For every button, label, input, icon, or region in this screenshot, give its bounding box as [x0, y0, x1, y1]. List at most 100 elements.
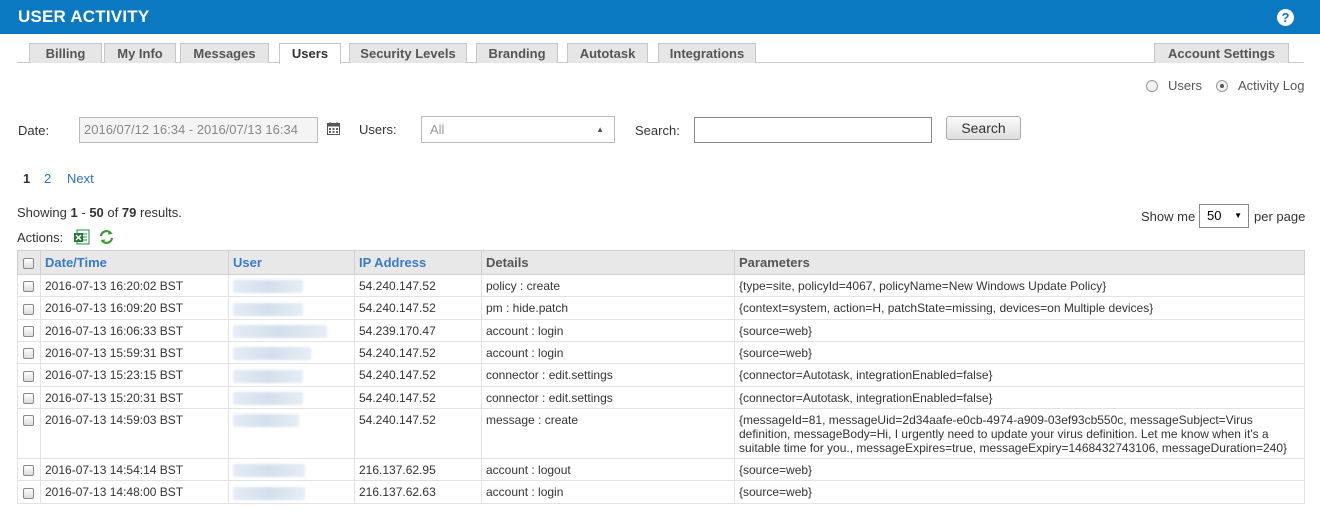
- row-checkbox[interactable]: [23, 392, 34, 404]
- page-size-select[interactable]: 50 ▼: [1199, 204, 1249, 228]
- tab-billing[interactable]: Billing: [29, 43, 102, 63]
- cell-datetime: 2016-07-13 15:59:31 BST: [40, 340, 229, 365]
- activity-table: Date/Time User IP Address Details Parame…: [17, 250, 1305, 504]
- results-prefix: Showing: [17, 205, 67, 220]
- cell-user: [228, 385, 355, 409]
- cell-ip: 216.137.62.95: [354, 457, 482, 482]
- row-checkbox[interactable]: [23, 415, 34, 427]
- table-row: 2016-07-13 14:48:00 BST 216.137.62.63 ac…: [17, 480, 1305, 504]
- redacted-user: [233, 414, 299, 428]
- cell-user: [228, 457, 355, 482]
- redacted-user: [233, 464, 305, 478]
- cell-parameters: {connector=Autotask, integrationEnabled=…: [734, 385, 1305, 409]
- column-header-ip-address[interactable]: IP Address: [354, 250, 482, 275]
- chevron-down-icon: ▼: [1234, 211, 1242, 220]
- tab-branding[interactable]: Branding: [476, 43, 558, 63]
- tab-account-settings[interactable]: Account Settings: [1154, 43, 1289, 63]
- tab-security-levels[interactable]: Security Levels: [349, 43, 467, 63]
- table-row: 2016-07-13 16:06:33 BST 54.239.170.47 ac…: [17, 318, 1305, 342]
- row-select-cell: [17, 480, 41, 504]
- cell-user: [228, 340, 355, 365]
- app-header: USER ACTIVITY ?: [0, 0, 1320, 34]
- tab-users[interactable]: Users: [279, 43, 341, 64]
- radio-activity-log-label: Activity Log: [1238, 78, 1305, 93]
- page-size-value: 50: [1207, 208, 1222, 223]
- cell-details: connector : edit.settings: [481, 385, 735, 409]
- page-link-2[interactable]: 2: [44, 171, 51, 186]
- table-row: 2016-07-13 15:23:15 BST 54.240.147.52 co…: [17, 363, 1305, 387]
- column-header-user[interactable]: User: [228, 250, 355, 275]
- cell-user: [228, 273, 355, 298]
- column-header-datetime[interactable]: Date/Time: [40, 250, 229, 275]
- cell-details: pm : hide.patch: [481, 296, 735, 320]
- cell-ip: 54.240.147.52: [354, 296, 482, 320]
- results-suffix: results.: [139, 205, 182, 220]
- tab-messages[interactable]: Messages: [180, 43, 269, 63]
- cell-ip: 54.240.147.52: [354, 385, 482, 409]
- cell-parameters: {type=site, policyId=4067, policyName=Ne…: [734, 273, 1305, 298]
- help-icon[interactable]: ?: [1277, 9, 1294, 26]
- date-label: Date:: [18, 123, 50, 138]
- row-checkbox[interactable]: [23, 465, 34, 477]
- select-all-cell: [17, 250, 41, 275]
- column-header-details: Details: [481, 250, 735, 275]
- redacted-user: [233, 347, 311, 361]
- cell-parameters: {context=system, action=H, patchState=mi…: [734, 296, 1305, 320]
- redacted-user: [233, 391, 303, 405]
- cell-datetime: 2016-07-13 15:23:15 BST: [40, 363, 229, 387]
- cell-details: policy : create: [481, 273, 735, 298]
- page-next-link[interactable]: Next: [67, 171, 94, 186]
- search-input[interactable]: [694, 117, 932, 143]
- select-all-checkbox[interactable]: [23, 258, 34, 270]
- excel-export-icon[interactable]: [74, 229, 90, 245]
- cell-parameters: {source=web}: [734, 457, 1305, 482]
- radio-activity-log[interactable]: Activity Log: [1216, 78, 1304, 93]
- table-row: 2016-07-13 16:20:02 BST 54.240.147.52 po…: [17, 273, 1305, 298]
- row-select-cell: [17, 340, 41, 365]
- page-title: USER ACTIVITY: [18, 7, 150, 26]
- row-checkbox[interactable]: [23, 370, 34, 382]
- page-current: 1: [23, 171, 31, 186]
- results-from: 1: [70, 205, 78, 220]
- date-range-input[interactable]: 2016/07/12 16:34 - 2016/07/13 16:34: [79, 117, 318, 143]
- tab-autotask[interactable]: Autotask: [567, 43, 648, 63]
- users-select[interactable]: All ▲: [421, 116, 615, 143]
- cell-user: [228, 480, 355, 504]
- users-label: Users:: [359, 122, 397, 137]
- refresh-icon[interactable]: [98, 229, 115, 245]
- results-summary: Showing 1 - 50 of 79 results.: [17, 205, 182, 220]
- page-size-label: Show me: [1141, 209, 1196, 224]
- row-checkbox[interactable]: [23, 303, 34, 315]
- radio-users-label: Users: [1168, 78, 1202, 93]
- row-checkbox[interactable]: [23, 325, 34, 337]
- radio-button-selected[interactable]: [1216, 79, 1228, 92]
- calendar-icon[interactable]: [327, 122, 340, 135]
- cell-details: account : login: [481, 480, 735, 504]
- row-checkbox[interactable]: [23, 487, 34, 499]
- tab-my-info[interactable]: My Info: [104, 43, 176, 63]
- results-total: 79: [121, 205, 137, 220]
- cell-datetime: 2016-07-13 15:20:31 BST: [40, 385, 229, 409]
- tab-integrations[interactable]: Integrations: [658, 43, 756, 63]
- cell-details: message : create: [481, 407, 735, 459]
- row-checkbox[interactable]: [23, 348, 34, 360]
- cell-datetime: 2016-07-13 16:20:02 BST: [40, 273, 229, 298]
- cell-details: connector : edit.settings: [481, 363, 735, 387]
- row-select-cell: [17, 296, 41, 320]
- cell-datetime: 2016-07-13 14:48:00 BST: [40, 480, 229, 504]
- redacted-user: [233, 302, 303, 316]
- search-button[interactable]: Search: [946, 116, 1021, 140]
- tab-bar: Billing My Info Messages Users Security …: [17, 43, 1304, 64]
- cell-ip: 54.240.147.52: [354, 363, 482, 387]
- radio-button[interactable]: [1146, 79, 1158, 92]
- cell-parameters: {source=web}: [734, 340, 1305, 365]
- cell-ip: 54.240.147.52: [354, 407, 482, 459]
- row-select-cell: [17, 385, 41, 409]
- radio-users[interactable]: Users: [1146, 78, 1202, 93]
- row-checkbox[interactable]: [23, 281, 34, 293]
- users-select-value: All: [430, 122, 445, 137]
- cell-ip: 216.137.62.63: [354, 480, 482, 504]
- row-select-cell: [17, 407, 41, 459]
- row-select-cell: [17, 318, 41, 342]
- cell-user: [228, 407, 355, 459]
